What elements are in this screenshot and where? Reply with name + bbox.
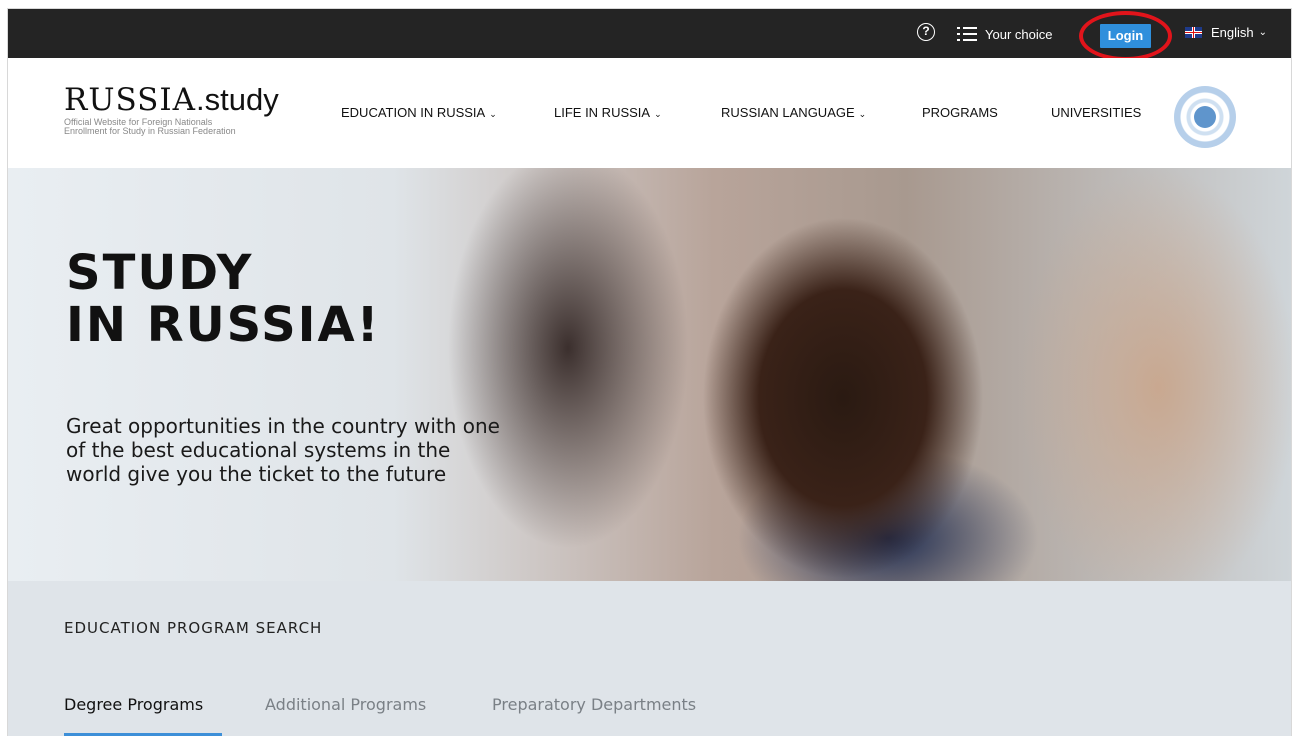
- nav-education-in-russia[interactable]: EDUCATION IN RUSSIA ⌄: [341, 105, 497, 120]
- list-icon: [957, 27, 977, 41]
- top-bar: ? Your choice Login English ⌄: [8, 9, 1291, 61]
- nav-life-in-russia[interactable]: LIFE IN RUSSIA ⌄: [554, 105, 662, 120]
- tab-degree-programs[interactable]: Degree Programs: [64, 695, 203, 714]
- hero-description: Great opportunities in the country with …: [66, 414, 500, 486]
- nav-programs[interactable]: PROGRAMS: [922, 105, 998, 120]
- globe-icon: [1194, 106, 1216, 128]
- hero-title: STUDY IN RUSSIA!: [66, 245, 381, 353]
- nav-universities[interactable]: UNIVERSITIES: [1051, 105, 1141, 120]
- chevron-down-icon: ⌄: [1258, 27, 1268, 38]
- chevron-down-icon: ⌄: [858, 109, 867, 119]
- site-logo[interactable]: RUSSIA.study Official Website for Foreig…: [64, 84, 279, 136]
- uk-flag-icon: [1185, 27, 1202, 38]
- your-choice-label: Your choice: [985, 26, 1053, 42]
- language-label: English: [1211, 25, 1254, 40]
- logo-subtitle-2: Enrollment for Study in Russian Federati…: [64, 126, 236, 136]
- rossotrudnichestvo-emblem-icon[interactable]: [1174, 86, 1236, 148]
- chevron-down-icon: ⌄: [489, 109, 497, 119]
- question-circle-icon[interactable]: ?: [917, 23, 935, 41]
- logo-wordmark: RUSSIA.study: [64, 82, 279, 118]
- main-navigation: RUSSIA.study Official Website for Foreig…: [8, 58, 1291, 168]
- language-selector[interactable]: English ⌄: [1185, 25, 1267, 40]
- login-highlight-circle: [1079, 11, 1172, 61]
- tab-additional-programs[interactable]: Additional Programs: [265, 695, 426, 714]
- tab-preparatory-departments[interactable]: Preparatory Departments: [492, 695, 696, 714]
- chevron-down-icon: ⌄: [654, 109, 662, 119]
- search-section-title: EDUCATION PROGRAM SEARCH: [64, 619, 323, 637]
- hero-banner: STUDY IN RUSSIA! Great opportunities in …: [8, 168, 1291, 581]
- nav-russian-language[interactable]: RUSSIAN LANGUAGE ⌄: [721, 105, 866, 120]
- program-search-section: EDUCATION PROGRAM SEARCH Degree Programs…: [8, 581, 1291, 736]
- your-choice-link[interactable]: Your choice: [957, 24, 1052, 44]
- browser-page: ? Your choice Login English ⌄ RUSSIA.stu…: [7, 8, 1292, 736]
